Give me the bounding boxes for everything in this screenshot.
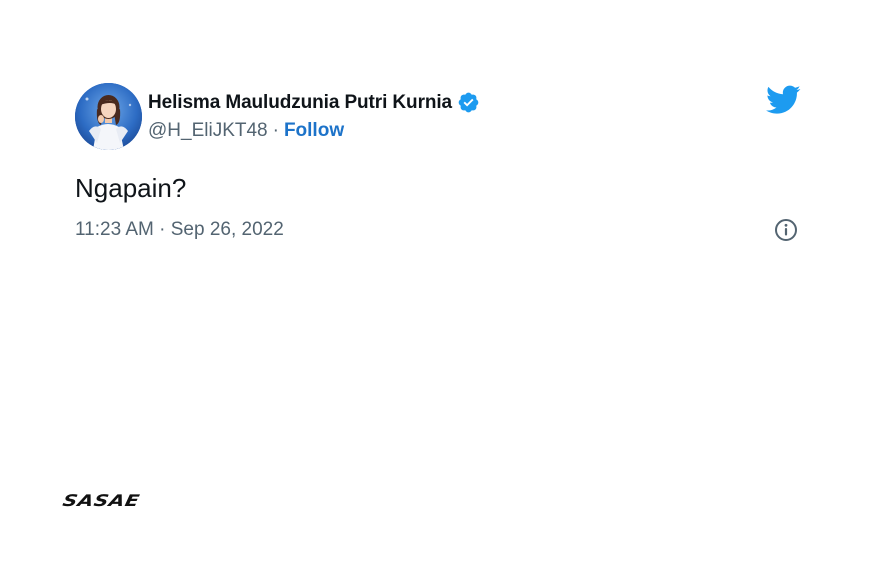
author-handle[interactable]: @H_EliJKT48 — [148, 120, 268, 141]
author-handle-row: @H_EliJKT48 · Follow — [148, 120, 344, 142]
twitter-bird-icon[interactable] — [766, 85, 801, 115]
verified-badge-icon — [457, 91, 480, 114]
tweet-text: Ngapain? — [75, 173, 187, 203]
follow-link[interactable]: Follow — [284, 120, 344, 141]
tweet-meta-row: 11:23 AM · Sep 26, 2022 — [75, 215, 801, 245]
tweet-header: Helisma Mauludzunia Putri Kurnia @H_EliJ… — [75, 83, 801, 151]
author-display-name[interactable]: Helisma Mauludzunia Putri Kurnia — [148, 92, 452, 114]
author-name-row: Helisma Mauludzunia Putri Kurnia — [148, 91, 480, 114]
avatar-image — [75, 83, 142, 150]
tweet-timestamp[interactable]: 11:23 AM · Sep 26, 2022 — [75, 219, 284, 240]
separator-dot: · — [272, 120, 279, 141]
avatar[interactable] — [75, 83, 142, 150]
info-icon[interactable] — [774, 218, 798, 242]
brand-watermark: SASAE — [60, 491, 142, 510]
embedded-tweet: Helisma Mauludzunia Putri Kurnia @H_EliJ… — [75, 83, 801, 245]
